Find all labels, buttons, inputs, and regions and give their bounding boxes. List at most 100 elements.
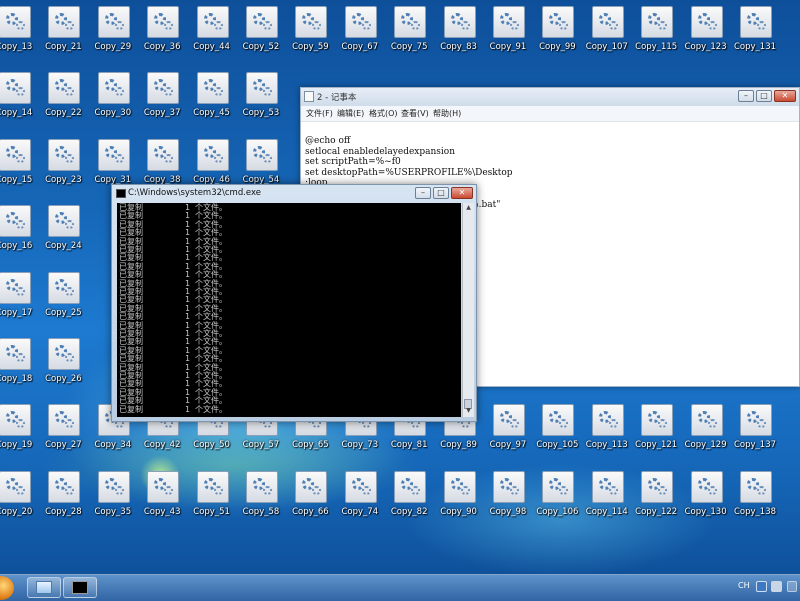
cmd-scrollbar[interactable]: ▲ ▼ (462, 203, 474, 417)
desktop-icon-file[interactable]: Copy_37 (137, 72, 187, 132)
desktop-icon-file[interactable]: Copy_45 (187, 72, 237, 132)
batch-file-icon (97, 470, 130, 503)
batch-file-icon (0, 271, 31, 304)
desktop-icon-file[interactable]: Copy_75 (384, 6, 434, 66)
desktop-icon-file[interactable]: Copy_27 (38, 404, 88, 464)
desktop-icon-file[interactable]: Copy_28 (38, 470, 88, 531)
batch-file-icon (591, 470, 624, 503)
batch-file-icon (690, 6, 723, 38)
volume-icon[interactable] (771, 581, 782, 592)
desktop-icon-file[interactable]: Copy_129 (681, 404, 731, 464)
desktop-icon-file[interactable]: Copy_58 (236, 470, 286, 531)
desktop-icon-file[interactable]: Copy_20 (0, 470, 39, 531)
notepad-close-button[interactable]: ✕ (774, 90, 796, 102)
desktop-icon-file[interactable]: Copy_52 (236, 6, 286, 66)
batch-file-icon (740, 470, 772, 503)
cmd-close-button[interactable]: ✕ (451, 187, 473, 199)
desktop-icon-file[interactable]: Copy_21 (38, 6, 88, 66)
desktop-icon-file[interactable]: Copy_53 (236, 72, 286, 132)
desktop-icon-file[interactable]: Copy_15 (0, 138, 39, 199)
menu-view[interactable]: 查看(V) (401, 108, 429, 119)
cmd-maximize-button[interactable]: □ (433, 187, 449, 199)
batch-file-icon (542, 6, 575, 38)
notepad-minimize-button[interactable]: – (738, 90, 754, 102)
desktop-icon-file[interactable]: Copy_105 (532, 404, 582, 464)
desktop-icon-file[interactable]: Copy_114 (582, 470, 632, 531)
desktop-icon-file[interactable]: Copy_35 (88, 470, 138, 531)
desktop-icon-file[interactable]: Copy_17 (0, 271, 39, 332)
desktop-icon-file[interactable]: Copy_122 (631, 470, 681, 531)
cmd-minimize-button[interactable]: – (415, 187, 431, 199)
batch-file-icon (740, 404, 772, 437)
desktop-icon-file[interactable]: Copy_24 (38, 205, 88, 265)
desktop-icon-file[interactable]: Copy_16 (0, 205, 39, 265)
windows-orb-icon[interactable] (0, 576, 14, 600)
scroll-up-arrow-icon[interactable]: ▲ (464, 204, 473, 213)
desktop-icon-file[interactable]: Copy_51 (187, 470, 237, 531)
desktop-icon-file[interactable]: Copy_90 (434, 470, 484, 531)
desktop-icon-file[interactable]: Copy_30 (88, 72, 138, 132)
taskbar-notepad-button[interactable] (27, 577, 61, 598)
batch-file-icon (493, 404, 525, 437)
desktop-icon-label: Copy_25 (45, 307, 82, 318)
desktop-icon-file[interactable]: Copy_138 (730, 470, 780, 531)
desktop-icon-file[interactable]: Copy_137 (730, 404, 780, 464)
menu-file[interactable]: 文件(F) (306, 108, 333, 119)
desktop-icon-file[interactable]: Copy_18 (0, 338, 39, 398)
batch-file-icon (690, 470, 723, 503)
desktop-icon-file[interactable]: Copy_19 (0, 404, 39, 464)
desktop-icon-file[interactable]: Copy_74 (335, 470, 385, 531)
desktop-icon-file[interactable]: Copy_107 (582, 6, 632, 66)
cmd-window[interactable]: C:\Windows\system32\cmd.exe – □ ✕ 已复制 1 个文… (111, 184, 477, 422)
taskbar-cmd-button[interactable] (63, 577, 97, 598)
desktop-icon-label: Copy_26 (45, 374, 82, 384)
network-icon[interactable] (756, 581, 767, 592)
batch-file-icon (0, 6, 31, 38)
desktop-icon-file[interactable]: Copy_99 (532, 6, 582, 66)
desktop-icon-file[interactable]: Copy_59 (285, 6, 335, 66)
desktop-icon-file[interactable]: Copy_82 (384, 470, 434, 531)
desktop-icon-file[interactable]: Copy_98 (483, 470, 533, 531)
desktop-icon-file[interactable]: Copy_131 (730, 6, 780, 66)
show-desktop-button[interactable] (787, 581, 797, 592)
notepad-titlebar[interactable]: 2 - 记事本 – □ ✕ (301, 88, 799, 106)
desktop-icon-file[interactable]: Copy_23 (38, 138, 88, 199)
desktop-icon-file[interactable]: Copy_97 (483, 404, 533, 464)
scroll-down-arrow-icon[interactable]: ▼ (464, 407, 473, 416)
desktop-icon-file[interactable]: Copy_83 (434, 6, 484, 66)
cmd-titlebar[interactable]: C:\Windows\system32\cmd.exe – □ ✕ (112, 185, 476, 203)
desktop-icon-file[interactable]: Copy_106 (532, 470, 582, 531)
desktop-icon-file[interactable]: Copy_43 (137, 470, 187, 531)
language-indicator[interactable]: CH (738, 581, 750, 590)
menu-edit[interactable]: 编辑(E) (337, 108, 364, 119)
batch-file-icon (443, 6, 476, 38)
desktop-icon-file[interactable]: Copy_121 (631, 404, 681, 464)
desktop-icon-file[interactable]: Copy_25 (38, 271, 88, 332)
desktop-icon-file[interactable]: Copy_44 (187, 6, 237, 66)
desktop-icon-file[interactable]: Copy_29 (88, 6, 138, 66)
desktop-icon-file[interactable]: Copy_13 (0, 6, 39, 66)
desktop-icon-file[interactable]: Copy_123 (681, 6, 731, 66)
menu-help[interactable]: 帮助(H) (433, 108, 461, 119)
batch-file-icon (147, 72, 180, 105)
desktop-icon-label: Copy_24 (45, 241, 82, 252)
desktop-icon-file[interactable]: Copy_22 (38, 72, 88, 132)
desktop-icon-file[interactable]: Copy_113 (582, 404, 632, 464)
desktop-icon-file[interactable]: Copy_91 (483, 6, 533, 66)
cmd-console-output[interactable]: 已复制 1 个文件。 已复制 1 个文件。 已复制 1 个文件。 已复制 1 个文件。 已复制 1 个文件。… (117, 203, 461, 417)
desktop-icon-file[interactable]: Copy_36 (137, 6, 187, 66)
desktop-icon-file[interactable]: Copy_130 (681, 470, 731, 531)
batch-file-icon (147, 6, 180, 38)
menu-format[interactable]: 格式(O) (369, 108, 398, 119)
batch-file-icon (394, 470, 427, 503)
desktop-icon-file[interactable]: Copy_66 (285, 470, 335, 531)
desktop-icon-label: Copy_131 (733, 42, 777, 52)
batch-file-icon (295, 470, 328, 503)
desktop-icon-file[interactable]: Copy_115 (631, 6, 681, 66)
desktop-icon-file[interactable]: Copy_26 (38, 338, 88, 398)
notepad-menubar: 文件(F) 编辑(E) 格式(O) 查看(V) 帮助(H) (301, 106, 799, 122)
desktop-icon-file[interactable]: Copy_67 (335, 6, 385, 66)
notepad-maximize-button[interactable]: □ (756, 90, 772, 102)
desktop-icon-file[interactable]: Copy_14 (0, 72, 39, 132)
batch-file-icon (0, 72, 31, 105)
